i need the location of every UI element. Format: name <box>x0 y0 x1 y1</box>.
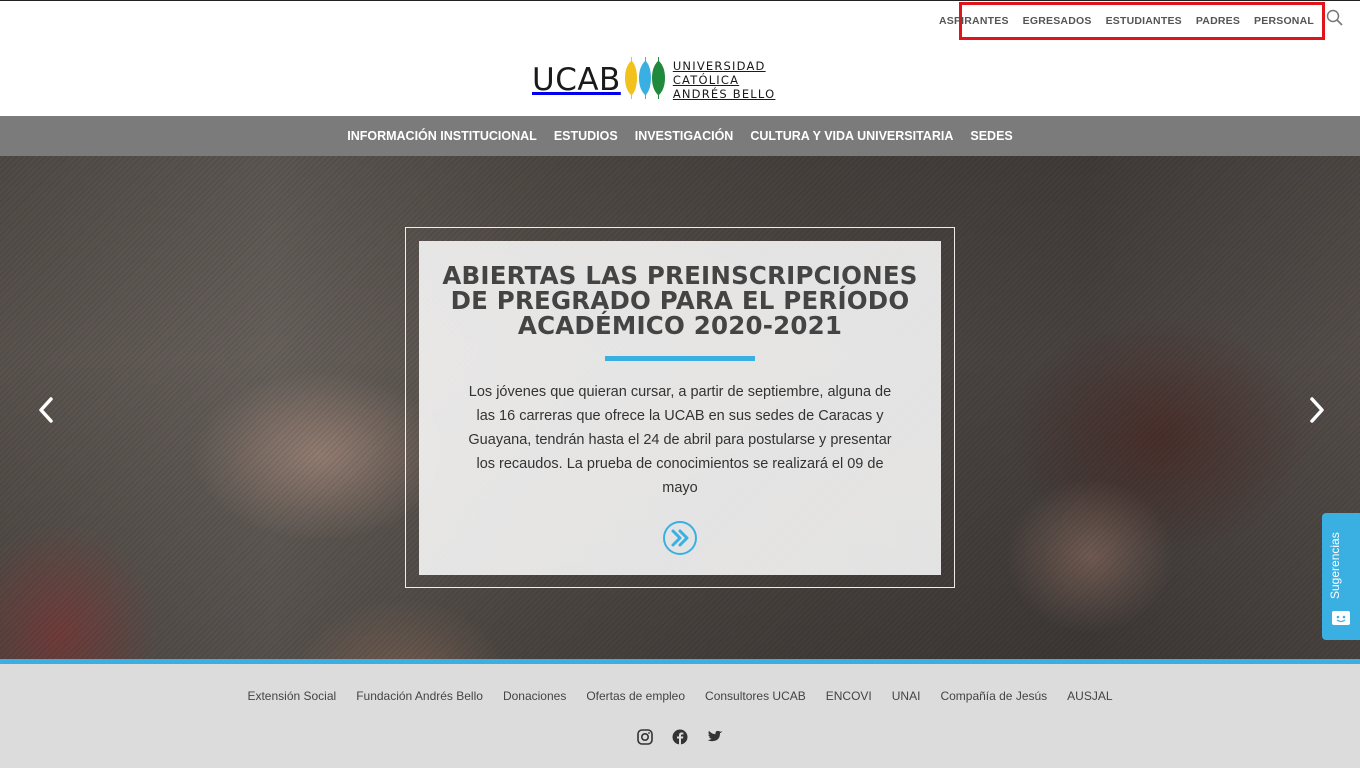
footer: Extensión Social Fundación Andrés Bello … <box>0 664 1360 768</box>
footer-link-compania-de-jesus[interactable]: Compañía de Jesús <box>940 689 1047 703</box>
nav-item-cultura[interactable]: CULTURA Y VIDA UNIVERSITARIA <box>750 129 953 143</box>
nav-item-sedes[interactable]: SEDES <box>970 129 1012 143</box>
instagram-icon[interactable] <box>637 729 653 745</box>
footer-link-extension-social[interactable]: Extensión Social <box>247 689 336 703</box>
feedback-tab[interactable]: Sugerencias <box>1322 513 1360 640</box>
chat-icon <box>1332 611 1350 625</box>
footer-links: Extensión Social Fundación Andrés Bello … <box>0 689 1360 703</box>
footer-link-unai[interactable]: UNAI <box>892 689 921 703</box>
double-chevron-right-icon[interactable] <box>662 520 698 556</box>
search-icon[interactable] <box>1326 9 1344 27</box>
footer-link-fundacion-andres-bello[interactable]: Fundación Andrés Bello <box>356 689 483 703</box>
slide-divider <box>605 356 755 361</box>
logo-emblem-icon <box>623 55 667 106</box>
main-nav: INFORMACIÓN INSTITUCIONAL ESTUDIOS INVES… <box>0 116 1360 156</box>
ucab-logo[interactable]: UCAB UNIVERSIDAD CATÓLICA ANDRÉS BELLO <box>532 55 832 105</box>
logo-name-line1: UNIVERSIDAD CATÓLICA <box>672 59 766 87</box>
twitter-icon[interactable] <box>707 729 723 745</box>
audience-link-personal[interactable]: PERSONAL <box>1254 15 1314 27</box>
audience-link-estudiantes[interactable]: ESTUDIANTES <box>1106 15 1182 27</box>
chevron-right-icon[interactable] <box>1304 396 1328 424</box>
chevron-left-icon[interactable] <box>35 396 59 424</box>
nav-item-investigacion[interactable]: INVESTIGACIÓN <box>635 129 734 143</box>
audience-nav: ASPIRANTES EGRESADOS ESTUDIANTES PADRES … <box>939 2 1325 40</box>
footer-link-ofertas-de-empleo[interactable]: Ofertas de empleo <box>586 689 685 703</box>
hero-slider: ABIERTAS LAS PREINSCRIPCIONES DE PREGRAD… <box>0 156 1360 659</box>
feedback-label: Sugerencias <box>1328 532 1342 599</box>
logo-name: UNIVERSIDAD CATÓLICA ANDRÉS BELLO <box>673 59 832 101</box>
footer-link-ausjal[interactable]: AUSJAL <box>1067 689 1112 703</box>
footer-link-donaciones[interactable]: Donaciones <box>503 689 566 703</box>
social-links <box>0 729 1360 745</box>
slide-title: ABIERTAS LAS PREINSCRIPCIONES DE PREGRAD… <box>442 261 918 340</box>
nav-item-informacion-institucional[interactable]: INFORMACIÓN INSTITUCIONAL <box>347 129 537 143</box>
slide-text: Los jóvenes que quieran cursar, a partir… <box>468 384 892 496</box>
footer-link-consultores-ucab[interactable]: Consultores UCAB <box>705 689 806 703</box>
audience-link-egresados[interactable]: EGRESADOS <box>1023 15 1092 27</box>
audience-link-aspirantes[interactable]: ASPIRANTES <box>939 15 1009 27</box>
nav-item-estudios[interactable]: ESTUDIOS <box>554 129 618 143</box>
slide-card: ABIERTAS LAS PREINSCRIPCIONES DE PREGRAD… <box>419 241 941 575</box>
facebook-icon[interactable] <box>672 729 688 745</box>
top-bar: ASPIRANTES EGRESADOS ESTUDIANTES PADRES … <box>0 0 1360 40</box>
logo-name-line2: ANDRÉS BELLO <box>672 87 776 101</box>
logo-wordmark: UCAB <box>532 62 621 98</box>
footer-link-encovi[interactable]: ENCOVI <box>826 689 872 703</box>
audience-link-padres[interactable]: PADRES <box>1196 15 1240 27</box>
